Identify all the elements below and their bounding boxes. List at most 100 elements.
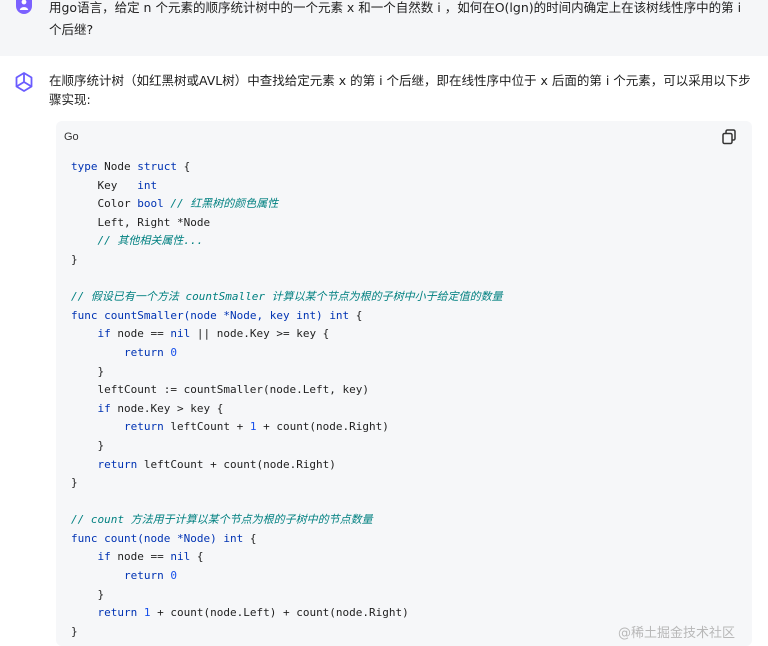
code-line: if node.Key > key { [71, 400, 503, 419]
code-token: return [123, 420, 164, 434]
code-token: { [190, 550, 204, 564]
code-token: 1 [143, 606, 151, 620]
code-token: return [123, 569, 164, 583]
code-token: count [104, 531, 138, 545]
code-token: type [71, 160, 98, 173]
code-token: return [97, 457, 138, 471]
code-token: node == [110, 550, 171, 564]
code-token: // 红黑树的颜色属性 [170, 197, 279, 211]
code-line: type Node struct { [71, 158, 503, 177]
code-token: + count(node.Right) [256, 420, 389, 434]
code-token: leftCount + count(node.Right) [137, 457, 336, 471]
code-line: return 0 [71, 344, 503, 363]
code-token: if [97, 550, 111, 564]
code-token: // 假设已有一个方法 countSmaller 计算以某个节点为根的子树中小于… [71, 290, 503, 304]
code-token: 0 [170, 569, 177, 583]
code-line: if node == nil { [71, 548, 503, 567]
code-token: } [71, 364, 105, 378]
user-message-row: 用go语言，给定 n 个元素的顺序统计树中的一个元素 x 和一个自然数 i ，如… [0, 0, 768, 56]
code-token: return [97, 606, 138, 620]
assistant-message-text: 在顺序统计树（如红黑树或AVL树）中查找给定元素 x 的第 i 个后继，即在线性… [49, 73, 751, 107]
code-line: Color bool // 红黑树的颜色属性 [71, 195, 503, 214]
code-token: nil [170, 327, 191, 341]
code-token: Node [97, 160, 138, 173]
code-token: (node *Node) [137, 531, 217, 545]
code-token: } [71, 587, 105, 601]
code-line: } [71, 623, 503, 642]
code-token: { [243, 531, 257, 545]
assistant-logo-icon [12, 70, 36, 94]
code-token: } [71, 438, 105, 452]
code-token: func [71, 308, 98, 322]
code-token: node == [110, 327, 171, 341]
code-line: func countSmaller(node *Node, key int) i… [71, 307, 503, 326]
code-token: (node *Node, key int) [183, 308, 323, 322]
code-content: type Node struct { Key int Color bool //… [71, 158, 503, 641]
code-line: return leftCount + 1 + count(node.Right) [71, 418, 503, 437]
code-token: { [177, 160, 191, 173]
code-line: return 0 [71, 567, 503, 586]
code-token: } [71, 476, 78, 490]
code-line: } [71, 363, 503, 382]
code-token: { [349, 308, 363, 322]
code-token: nil [170, 550, 191, 564]
code-line: } [71, 437, 503, 456]
code-token: struct [137, 160, 177, 173]
code-token: countSmaller [104, 308, 184, 322]
code-token: } [71, 252, 78, 266]
code-token: node.Key > key { [110, 401, 224, 415]
user-message-text: 用go语言，给定 n 个元素的顺序统计树中的一个元素 x 和一个自然数 i ，如… [49, 0, 742, 37]
code-token: Key [71, 178, 138, 192]
code-token: || node.Key >= key { [190, 327, 330, 341]
code-line: // count 方法用于计算以某个节点为根的子树中的节点数量 [71, 511, 503, 530]
watermark: @稀土掘金技术社区 [618, 626, 736, 641]
code-token: Color [71, 197, 138, 211]
code-token: } [71, 624, 78, 638]
code-token: + count(node.Left) + count(node.Right) [150, 606, 409, 620]
code-line: Key int [71, 177, 503, 196]
code-line: // 其他相关属性... [71, 232, 503, 251]
code-token: bool [137, 197, 164, 211]
user-avatar [16, 0, 32, 14]
code-token: if [97, 327, 111, 341]
code-token: leftCount := countSmaller(node.Left, key… [71, 383, 370, 397]
code-line: leftCount := countSmaller(node.Left, key… [71, 381, 503, 400]
code-token: leftCount + [163, 420, 250, 434]
code-token: // count 方法用于计算以某个节点为根的子树中的节点数量 [71, 513, 373, 527]
code-token: int [223, 531, 244, 545]
code-line: return leftCount + count(node.Right) [71, 456, 503, 475]
code-language-label: Go [64, 131, 79, 143]
code-line: Left, Right *Node [71, 214, 503, 233]
code-line: if node == nil || node.Key >= key { [71, 325, 503, 344]
code-token: // 其他相关属性... [97, 234, 204, 248]
code-token: if [97, 401, 111, 415]
code-token: func [71, 531, 98, 545]
copy-icon [722, 129, 736, 145]
copy-button[interactable] [722, 129, 738, 147]
code-token: int [137, 178, 158, 192]
code-line: } [71, 586, 503, 605]
code-token: int [329, 308, 350, 322]
code-line: } [71, 474, 503, 493]
code-token: 0 [170, 345, 177, 359]
code-token: return [123, 345, 164, 359]
code-block: Go type Node struct { Key int Color bool… [56, 121, 752, 646]
code-token: Left, Right *Node [71, 215, 211, 229]
code-line: } [71, 251, 503, 270]
code-line: func count(node *Node) int { [71, 530, 503, 549]
code-line: return 1 + count(node.Left) + count(node… [71, 604, 503, 623]
user-icon [19, 0, 29, 10]
code-line: // 假设已有一个方法 countSmaller 计算以某个节点为根的子树中小于… [71, 288, 503, 307]
